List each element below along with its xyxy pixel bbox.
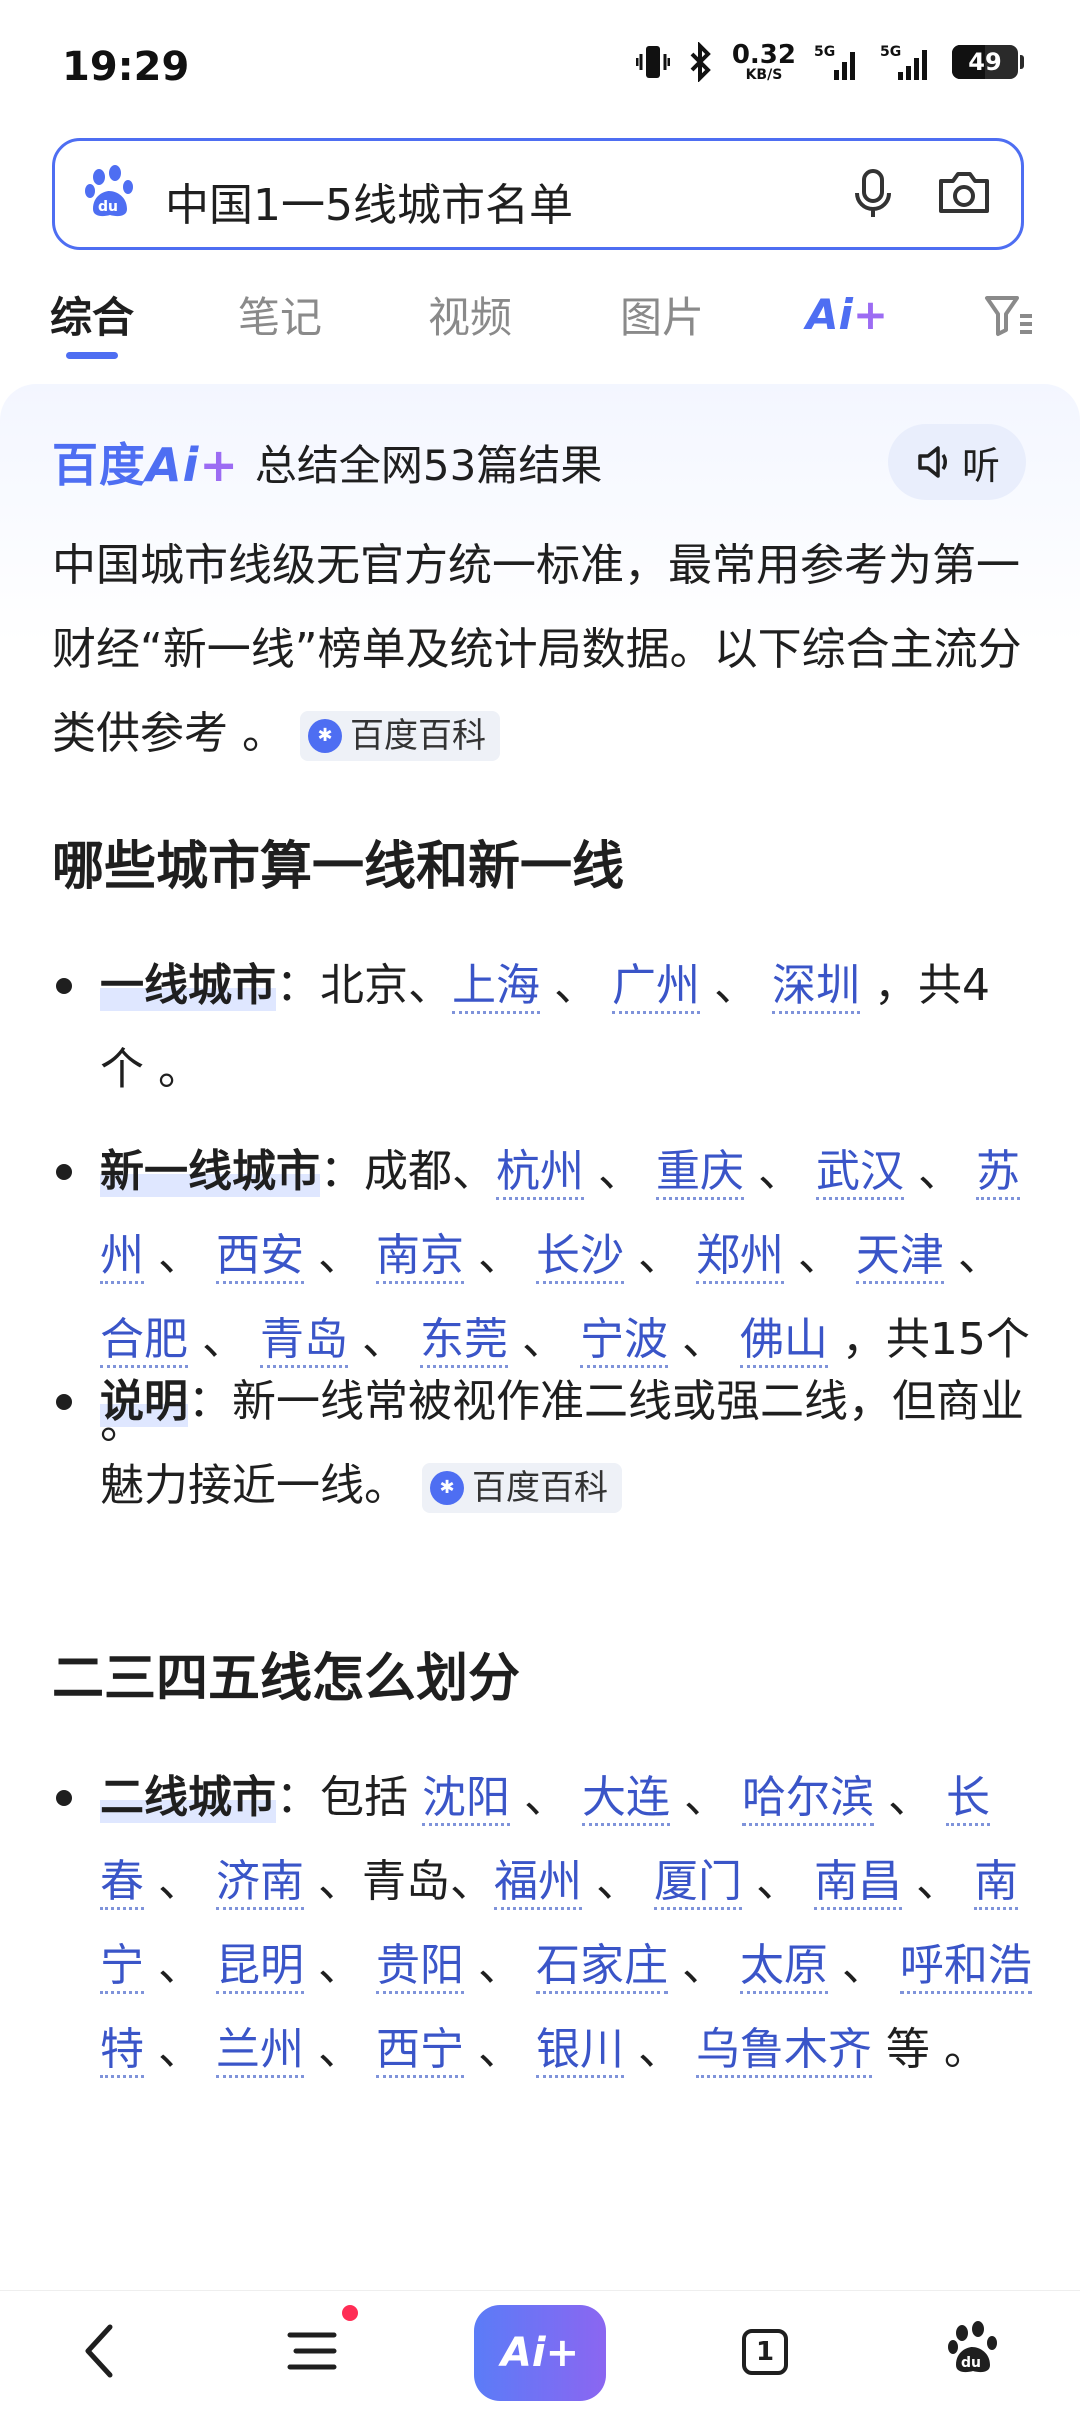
baidu-paw-icon: du [83, 165, 139, 225]
baike-icon: ✱ [430, 1471, 464, 1505]
listen-button[interactable]: 听 [888, 424, 1026, 500]
tab-comprehensive[interactable]: 综合 [50, 284, 134, 345]
camera-icon[interactable] [933, 163, 995, 227]
city-link[interactable]: 福州 [493, 1856, 582, 1910]
source-badge[interactable]: ✱ 百度百科 [422, 1463, 622, 1513]
city-link[interactable]: 昆明 [215, 1940, 304, 1994]
city-link[interactable]: 银川 [535, 2024, 624, 2078]
city-link[interactable]: 武汉 [815, 1146, 904, 1200]
ai-summary-card: 百度Ai+ 总结全网53篇结果 听 中国城市线级无官方统一标准，最常用参考为第一… [0, 384, 1080, 2294]
source-badge[interactable]: ✱ 百度百科 [300, 711, 500, 761]
city-link[interactable]: 哈尔滨 [741, 1772, 874, 1826]
city-link[interactable]: 乌鲁木齐 [695, 2024, 872, 2078]
city-link[interactable]: 贵阳 [375, 1940, 464, 1994]
city-link[interactable]: 南京 [375, 1230, 464, 1284]
city-link[interactable]: 重庆 [655, 1146, 744, 1200]
baidu-ai-logo: 百度Ai+ [52, 438, 239, 492]
section-heading-tier2-5: 二三四五线怎么划分 [52, 1649, 521, 1709]
signal-5g-icon: 5G [814, 42, 860, 82]
back-icon[interactable] [80, 2321, 120, 2385]
city-link[interactable]: 西宁 [375, 2024, 464, 2078]
tab-notes[interactable]: 笔记 [238, 284, 322, 345]
notification-dot [342, 2305, 358, 2321]
city-link[interactable]: 杭州 [496, 1146, 584, 1200]
svg-text:5G: 5G [814, 44, 835, 60]
battery-indicator: 49 [952, 45, 1024, 79]
city-link[interactable]: 沈阳 [422, 1772, 510, 1826]
city-link[interactable]: 长沙 [535, 1230, 624, 1284]
ai-assistant-button[interactable]: Ai + [474, 2305, 606, 2401]
tab-images[interactable]: 图片 [620, 284, 704, 345]
tab-count-button[interactable]: 1 [742, 2329, 788, 2375]
status-bar: 19:29 0.32 KB/S 5G 5G 49 [0, 0, 1080, 130]
network-speed: 0.32 KB/S [731, 40, 796, 83]
speaker-icon [918, 446, 947, 478]
tab-videos[interactable]: 视频 [428, 284, 512, 345]
list-item-tier2: 二线城市：包括 沈阳 、 大连 、 哈尔滨 、 长春 、 济南 、青岛、福州 、… [52, 1756, 1032, 2092]
city-link[interactable]: 大连 [581, 1772, 670, 1826]
city-link[interactable]: 西安 [215, 1230, 304, 1284]
search-bar[interactable]: du 中国1一5线城市名单 [52, 138, 1024, 250]
list-item-note: 说明：新一线常被视作准二线或强二线，但商业魅力接近一线。 ✱ 百度百科 [52, 1360, 1032, 1528]
city-link[interactable]: 济南 [215, 1856, 304, 1910]
intro-paragraph: 中国城市线级无官方统一标准，最常用参考为第一财经“新一线”榜单及统计局数据。以下… [52, 540, 1022, 761]
bottom-navigation: Ai + 1 du [0, 2290, 1080, 2413]
bluetooth-icon [688, 42, 714, 82]
city-link[interactable]: 南昌 [813, 1856, 902, 1910]
ai-summary-header: 百度Ai+ 总结全网53篇结果 [52, 432, 602, 492]
vibrate-icon [635, 42, 670, 82]
search-input[interactable]: 中国1一5线城市名单 [165, 169, 573, 233]
baike-icon: ✱ [308, 719, 342, 753]
tab-ai[interactable]: Ai+ [806, 290, 888, 339]
svg-text:5G: 5G [880, 44, 901, 60]
city-link[interactable]: 天津 [855, 1230, 944, 1284]
menu-icon[interactable] [286, 2321, 338, 2385]
summary-title: 总结全网53篇结果 [254, 440, 603, 490]
result-tabs: 综合 笔记 视频 图片 Ai+ [0, 268, 1080, 360]
city-link[interactable]: 太原 [739, 1940, 828, 1994]
city-link[interactable]: 上海 [452, 960, 540, 1014]
city-link[interactable]: 深圳 [771, 960, 860, 1014]
microphone-icon[interactable] [843, 163, 903, 227]
city-link[interactable]: 石家庄 [535, 1940, 668, 1994]
signal-5g-icon-2: 5G [878, 42, 934, 82]
status-time: 19:29 [62, 44, 190, 90]
svg-text:du: du [961, 2355, 981, 2371]
city-link[interactable]: 郑州 [695, 1230, 784, 1284]
filter-icon[interactable] [984, 294, 1034, 342]
list-item-tier1: 一线城市：北京、上海 、 广州 、 深圳 ，共4个 。 [52, 944, 1032, 1112]
city-link[interactable]: 广州 [611, 960, 700, 1014]
city-link[interactable]: 厦门 [653, 1856, 742, 1910]
section-heading-tier1: 哪些城市算一线和新一线 [52, 837, 625, 897]
baidu-home-icon[interactable]: du [946, 2319, 1002, 2383]
city-link[interactable]: 兰州 [215, 2024, 304, 2078]
svg-text:du: du [98, 199, 118, 215]
active-tab-indicator [66, 352, 118, 359]
status-icons: 0.32 KB/S 5G 5G 49 [635, 40, 1024, 83]
